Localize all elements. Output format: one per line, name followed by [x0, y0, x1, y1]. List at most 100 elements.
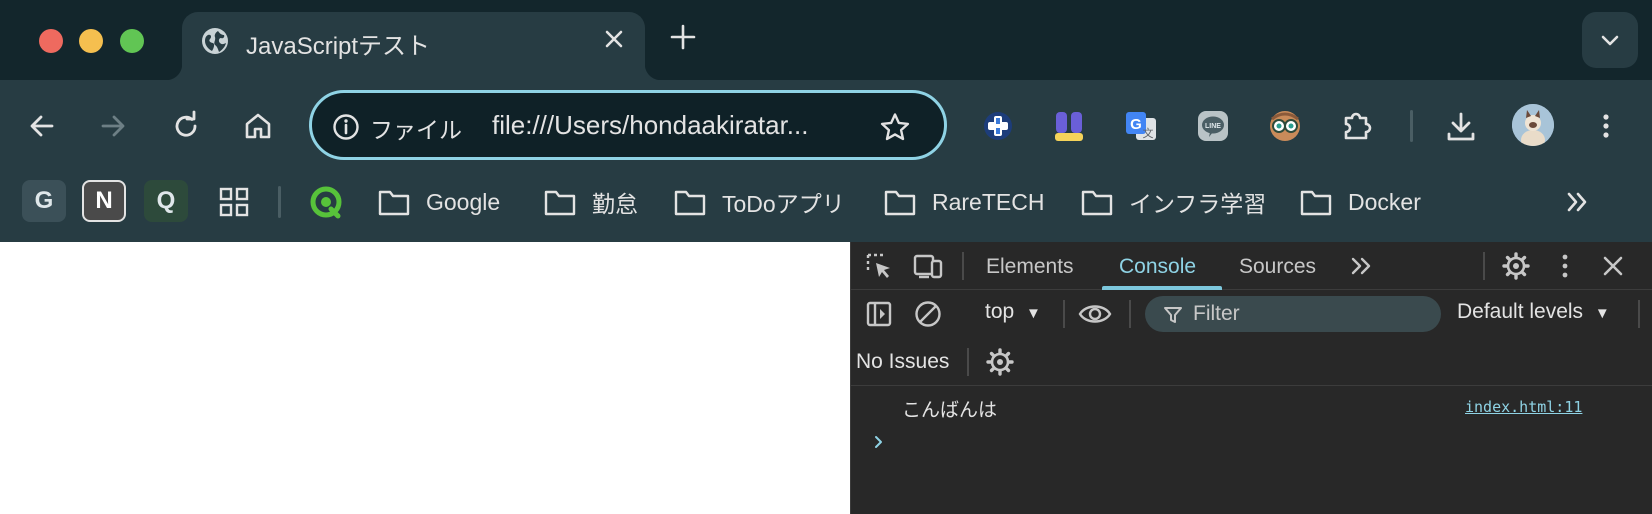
folder-icon: [674, 190, 706, 216]
new-tab-icon[interactable]: [668, 22, 698, 52]
address-bar[interactable]: ファイル file:///Users/hondaakiratar...: [309, 90, 947, 160]
svg-text:文: 文: [1143, 126, 1154, 140]
tab-console[interactable]: Console: [1119, 255, 1196, 279]
bookmark-folder-docker[interactable]: Docker: [1300, 186, 1421, 218]
more-vertical-icon: [1603, 114, 1609, 138]
back-button[interactable]: [18, 102, 66, 150]
page-content: [0, 242, 850, 514]
home-icon: [245, 113, 271, 139]
folder-label: Google: [426, 188, 501, 215]
url-text[interactable]: file:///Users/hondaakiratar...: [492, 110, 862, 141]
clear-console-icon[interactable]: [914, 300, 942, 328]
settings-gear-icon[interactable]: [1501, 251, 1531, 281]
dropdown-triangle-icon: ▼: [1026, 305, 1041, 322]
tab-sources[interactable]: Sources: [1239, 255, 1316, 279]
globe-icon: [200, 26, 230, 56]
context-selector[interactable]: top ▼: [985, 300, 1041, 324]
tab-search-button[interactable]: [1582, 12, 1638, 68]
google-translate-icon[interactable]: G文: [1117, 102, 1165, 150]
bookmark-folder-infra[interactable]: インフラ学習: [1081, 186, 1266, 218]
devtools-panel: Elements Console Sources top ▼ Filter De…: [850, 242, 1652, 514]
device-toolbar-icon[interactable]: [913, 252, 943, 280]
context-label: top: [985, 300, 1015, 323]
devtools-divider: [1129, 300, 1131, 328]
arrow-right-icon: [101, 115, 125, 137]
home-button[interactable]: [234, 102, 282, 150]
folder-label: 勤怠: [592, 191, 638, 217]
inspect-element-icon[interactable]: [865, 252, 893, 280]
profile-stack-icon[interactable]: [1045, 102, 1093, 150]
reload-button[interactable]: [162, 102, 210, 150]
folder-icon: [544, 190, 576, 216]
info-icon[interactable]: [332, 113, 360, 141]
bookmark-folder-todo[interactable]: ToDoアプリ: [674, 186, 845, 218]
filter-placeholder: Filter: [1193, 302, 1240, 325]
sidebar-toggle-icon[interactable]: [865, 300, 893, 328]
tab-elements[interactable]: Elements: [986, 255, 1074, 279]
puzzle-cross-icon[interactable]: [974, 102, 1022, 150]
close-tab-icon[interactable]: [601, 26, 627, 52]
levels-label: Default levels: [1457, 300, 1584, 323]
window-maximize-button[interactable]: [120, 29, 144, 53]
console-log-message: こんばんは: [902, 400, 998, 421]
folder-icon: [378, 190, 410, 216]
console-settings-gear-icon[interactable]: [985, 347, 1015, 377]
bookmark-folder-kintai[interactable]: 勤怠: [544, 186, 638, 218]
apps-grid-icon[interactable]: [218, 186, 250, 218]
svg-text:G: G: [1130, 116, 1142, 133]
chevron-double-right-icon[interactable]: [1564, 188, 1592, 216]
bookmark-folder-google[interactable]: Google: [378, 186, 500, 218]
bookmark-q[interactable]: Q: [144, 180, 188, 222]
folder-label: インフラ学習: [1129, 191, 1267, 217]
dropdown-triangle-icon: ▼: [1594, 305, 1610, 322]
window-close-button[interactable]: [39, 29, 63, 53]
line-icon[interactable]: LINE: [1189, 102, 1237, 150]
browser-toolbar: ファイル file:///Users/hondaakiratar... G文 L…: [0, 80, 1652, 172]
tab-title: JavaScriptテスト: [246, 33, 431, 60]
issues-link[interactable]: No Issues: [856, 350, 949, 374]
bookmark-g[interactable]: G: [22, 180, 66, 222]
more-vertical-icon[interactable]: [1551, 251, 1579, 281]
forward-button[interactable]: [89, 102, 137, 150]
owl-glasses-icon[interactable]: [1261, 102, 1309, 150]
devtools-tab-bar: Elements Console Sources: [851, 242, 1652, 290]
bookmark-folder-raretech[interactable]: RareTECH: [884, 186, 1044, 218]
source-link[interactable]: index.html:11: [1465, 398, 1582, 416]
profile-avatar[interactable]: [1512, 104, 1554, 146]
eye-icon[interactable]: [1078, 299, 1112, 329]
issues-row: No Issues: [851, 338, 1652, 386]
bookmark-n[interactable]: N: [82, 180, 126, 222]
green-ring-favicon-icon[interactable]: [309, 185, 343, 219]
console-prompt-chevron-icon[interactable]: [871, 432, 887, 452]
window-minimize-button[interactable]: [79, 29, 103, 53]
toolbar-divider: [1410, 110, 1413, 142]
download-icon: [1447, 112, 1475, 141]
folder-label: ToDoアプリ: [722, 191, 845, 217]
chevron-down-icon: [1601, 35, 1619, 46]
folder-label: Docker: [1348, 188, 1421, 215]
bookmarks-divider: [278, 186, 281, 218]
filter-funnel-icon: [1164, 307, 1182, 323]
reload-icon: [175, 110, 197, 137]
star-icon[interactable]: [879, 111, 911, 143]
folder-icon: [1081, 190, 1113, 216]
folder-icon: [1300, 190, 1332, 216]
extensions-puzzle-icon[interactable]: [1333, 102, 1381, 150]
tab-strip: JavaScriptテスト: [0, 0, 1652, 80]
more-tabs-chevron-icon[interactable]: [1349, 254, 1375, 278]
devtools-divider: [1063, 300, 1065, 328]
console-toolbar: top ▼ Filter Default levels ▼: [851, 290, 1652, 338]
menu-button[interactable]: [1582, 102, 1630, 150]
devtools-divider: [967, 348, 969, 376]
devtools-divider: [1638, 300, 1640, 328]
file-scheme-chip: ファイル: [370, 117, 462, 143]
filter-input[interactable]: Filter: [1145, 296, 1441, 332]
devtools-divider: [962, 252, 964, 280]
downloads-button[interactable]: [1436, 102, 1484, 150]
folder-label: RareTECH: [932, 188, 1045, 215]
close-devtools-icon[interactable]: [1599, 252, 1627, 280]
log-levels-dropdown[interactable]: Default levels ▼: [1457, 300, 1610, 324]
folder-icon: [884, 190, 916, 216]
cat-avatar-icon: [1512, 104, 1554, 146]
active-tab[interactable]: JavaScriptテスト: [166, 12, 661, 80]
